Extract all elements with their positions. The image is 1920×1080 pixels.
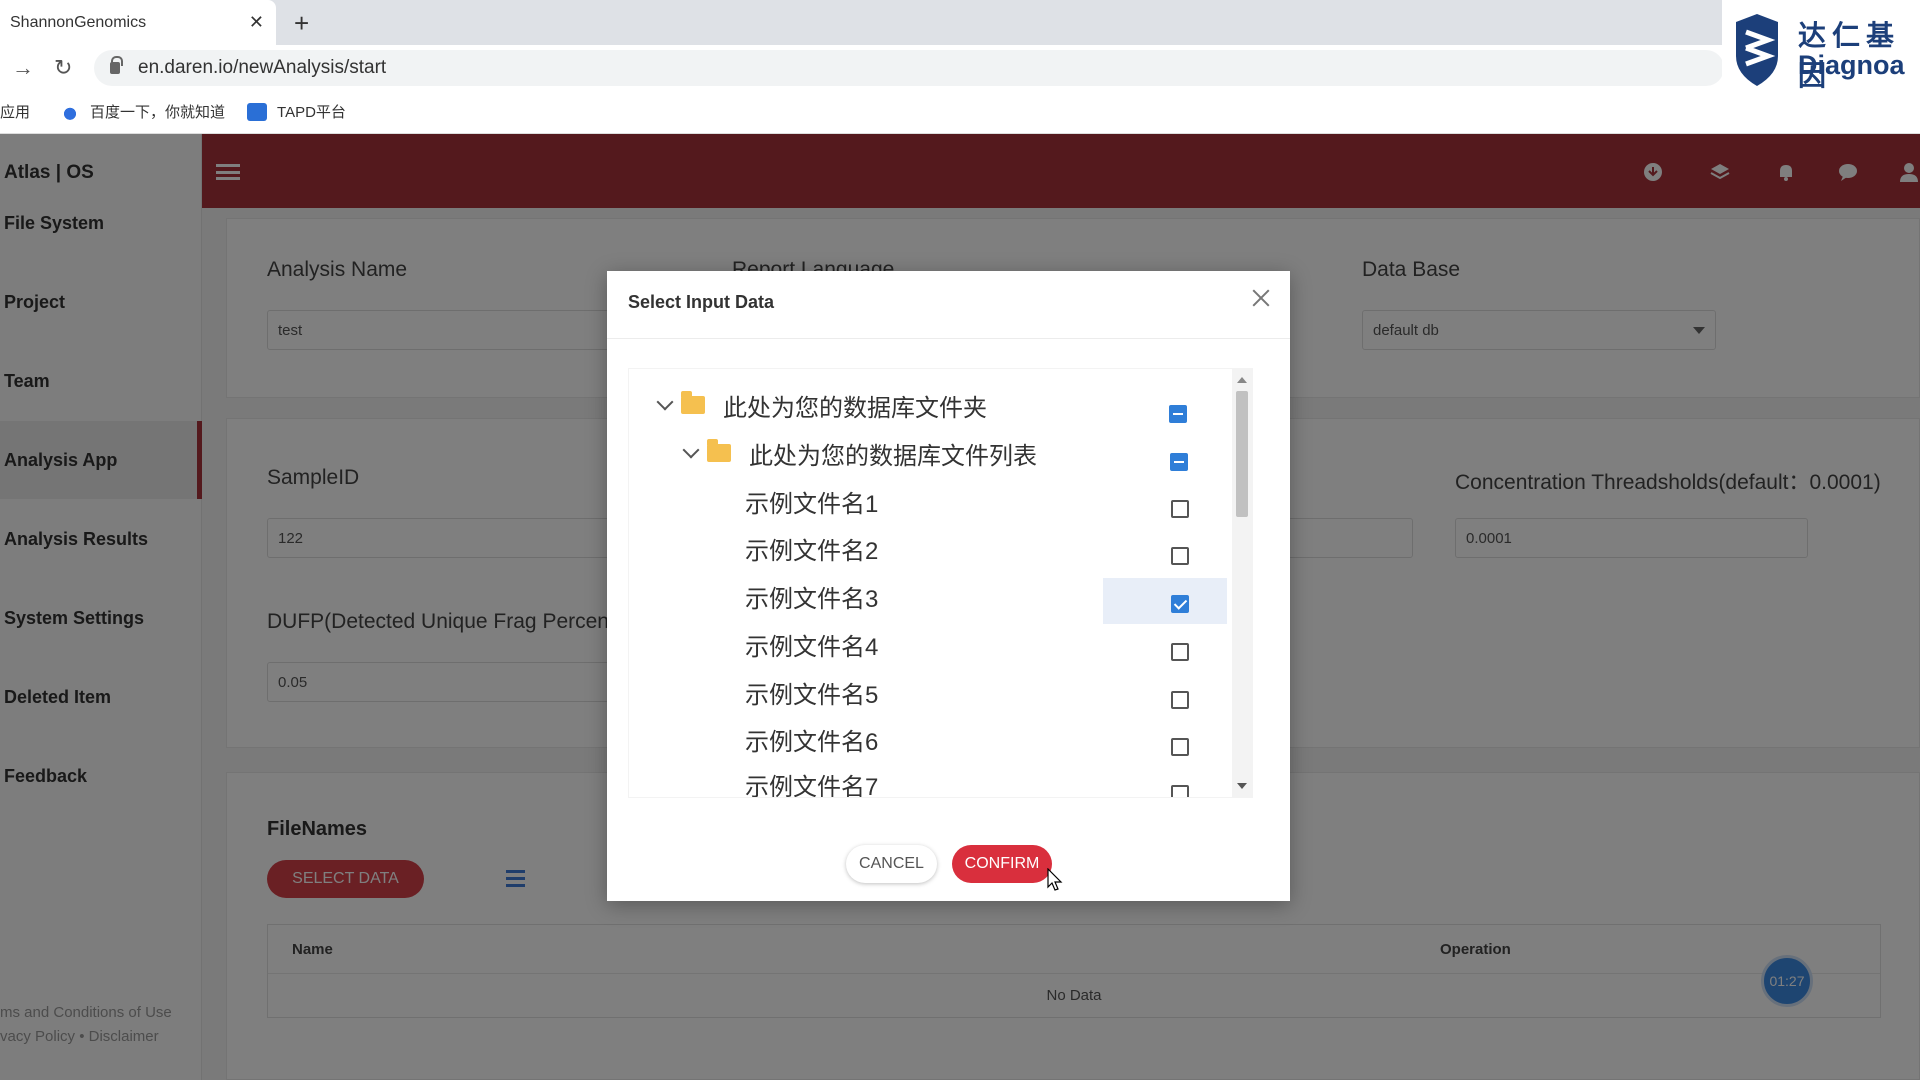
tree-file-1[interactable]: 示例文件名1 [745, 479, 878, 523]
checkbox-partial[interactable] [1169, 405, 1187, 423]
row-highlight [1103, 578, 1227, 624]
checkbox[interactable] [1171, 785, 1189, 797]
plus-icon[interactable]: + [294, 8, 309, 39]
scroll-up-icon[interactable] [1237, 377, 1247, 383]
tree-file-4[interactable]: 示例文件名4 [745, 622, 878, 666]
checkbox[interactable] [1171, 643, 1189, 661]
checkbox-partial[interactable] [1170, 453, 1188, 471]
bookmark-label: 百度一下，你就知道 [90, 104, 226, 121]
tree-file-5[interactable]: 示例文件名5 [745, 670, 878, 714]
bookmark-baidu[interactable]: 百度一下，你就知道 [60, 101, 225, 122]
close-icon[interactable] [1250, 287, 1272, 309]
dialog-title: Select Input Data [628, 292, 775, 312]
file-tree: 此处为您的数据库文件夹 此处为您的数据库文件列表 示例文件名1 示例文件名2 示… [628, 368, 1253, 798]
select-input-data-dialog: Select Input Data 此处为您的数据库文件夹 此处为您的数据库文件… [607, 271, 1290, 901]
checkbox[interactable] [1171, 547, 1189, 565]
bookmark-apps[interactable]: 应用 [0, 101, 30, 122]
tree-node-label: 此处为您的数据库文件列表 [749, 442, 1037, 470]
tab-title: ShannonGenomics [10, 13, 147, 31]
scrollbar[interactable] [1232, 369, 1252, 797]
brand-logo: 达仁基因 Diagnoa [1722, 0, 1920, 92]
tree-file-6[interactable]: 示例文件名6 [745, 717, 878, 761]
bookmark-label: 应用 [0, 104, 31, 121]
browser-tab[interactable]: ShannonGenomics ✕ [0, 0, 276, 45]
checkbox-checked[interactable] [1171, 595, 1189, 613]
address-bar: → ↻ en.daren.io/newAnalysis/start [0, 45, 1920, 90]
scrollbar-thumb[interactable] [1236, 391, 1248, 517]
bookmarks-bar: 应用 百度一下，你就知道 TAPD平台 [0, 90, 1920, 134]
chevron-down-icon[interactable] [682, 441, 700, 459]
close-icon[interactable]: ✕ [249, 12, 264, 33]
tree-folder-root[interactable]: 此处为您的数据库文件夹 [656, 383, 987, 427]
tapd-icon [247, 102, 268, 121]
folder-icon [681, 391, 705, 414]
folder-icon [707, 439, 731, 462]
url-input[interactable]: en.daren.io/newAnalysis/start [94, 50, 1724, 86]
checkbox[interactable] [1171, 691, 1189, 709]
mouse-cursor-icon [1047, 868, 1063, 891]
tree-file-3[interactable]: 示例文件名3 [745, 574, 878, 618]
confirm-button[interactable]: CONFIRM [952, 845, 1052, 883]
url-text: en.daren.io/newAnalysis/start [138, 57, 387, 78]
divider [607, 338, 1290, 339]
bookmark-label: TAPD平台 [277, 104, 346, 121]
brand-en: Diagnoa [1798, 50, 1905, 80]
reload-icon[interactable]: ↻ [54, 55, 72, 81]
tree-file-2[interactable]: 示例文件名2 [745, 526, 878, 570]
browser-tabbar: ShannonGenomics ✕ + [0, 0, 1920, 45]
checkbox[interactable] [1171, 738, 1189, 756]
tree-folder-list[interactable]: 此处为您的数据库文件列表 [682, 431, 1037, 475]
baidu-icon [60, 102, 81, 121]
forward-arrow-icon[interactable]: → [12, 55, 34, 81]
tree-node-label: 此处为您的数据库文件夹 [723, 394, 987, 422]
checkbox[interactable] [1171, 500, 1189, 518]
bookmark-tapd[interactable]: TAPD平台 [247, 101, 346, 122]
tree-file-7[interactable]: 示例文件名7 [745, 762, 878, 798]
chevron-down-icon[interactable] [656, 393, 674, 411]
cancel-button[interactable]: CANCEL [846, 845, 937, 883]
scroll-down-icon[interactable] [1237, 783, 1247, 789]
lock-icon [110, 56, 123, 74]
shield-icon [1736, 14, 1778, 86]
